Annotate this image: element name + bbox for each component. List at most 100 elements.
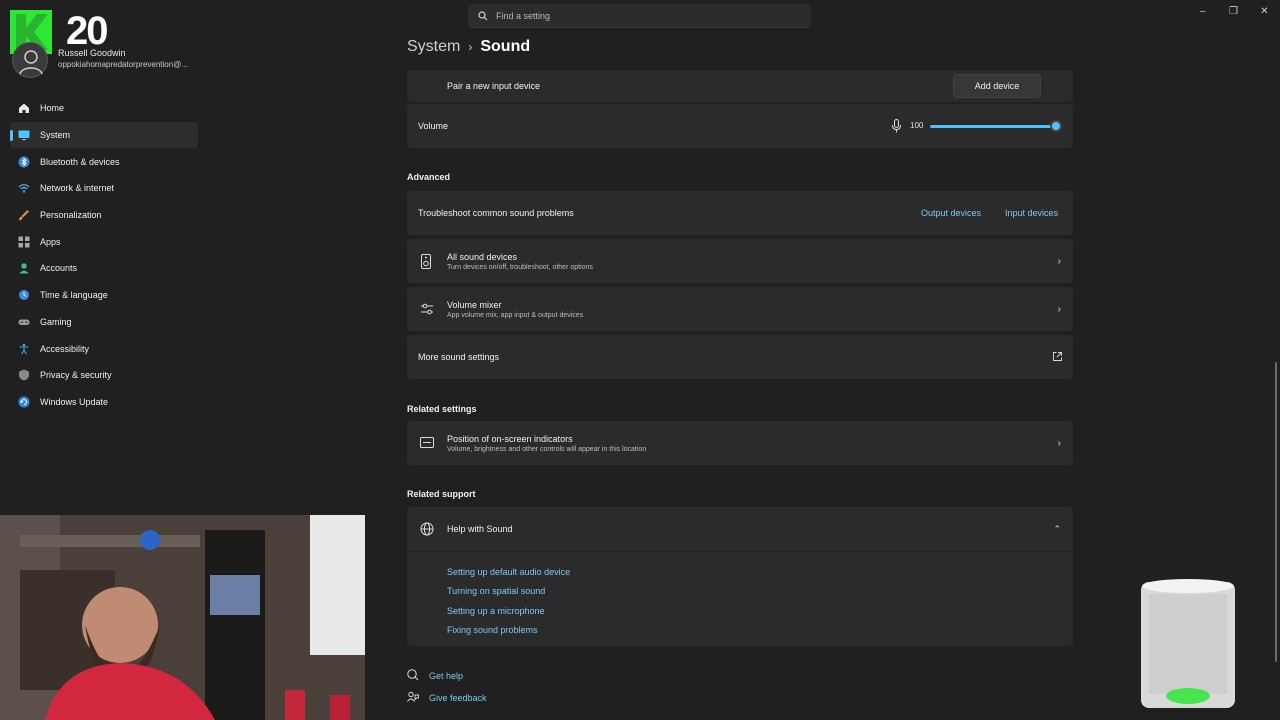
close-button[interactable]: ✕ xyxy=(1249,0,1280,22)
sidebar-item-label: Bluetooth & devices xyxy=(40,156,120,167)
speaker-device-icon xyxy=(421,254,431,269)
troubleshoot-row: Troubleshoot common sound problems Outpu… xyxy=(407,191,1073,235)
person-icon xyxy=(18,262,30,274)
maximize-button[interactable]: ❐ xyxy=(1218,0,1249,22)
volume-mixer-title: Volume mixer xyxy=(447,299,502,310)
sidebar-item-label: Home xyxy=(40,103,65,114)
sidebar-item-personalization[interactable]: Personalization xyxy=(10,202,198,229)
troubleshoot-label: Troubleshoot common sound problems xyxy=(418,208,574,218)
sidebar-nav: Home System Bluetooth & devices Network … xyxy=(10,95,198,415)
sidebar-item-apps[interactable]: Apps xyxy=(10,228,198,255)
webcam-feed-image xyxy=(0,515,365,720)
cup-overlay xyxy=(1141,578,1235,710)
help-with-sound-row[interactable]: Help with Sound ⌃ xyxy=(407,507,1073,551)
sidebar-item-label: Accounts xyxy=(40,263,78,274)
sidebar-item-label: Accessibility xyxy=(40,343,90,354)
chevron-right-icon: › xyxy=(1057,437,1061,449)
output-devices-link[interactable]: Output devices xyxy=(921,208,981,218)
search-icon xyxy=(478,10,488,20)
help-link[interactable]: Setting up a microphone xyxy=(447,606,545,616)
page-title: Sound xyxy=(480,38,531,55)
minimize-button[interactable]: – xyxy=(1187,0,1218,22)
sidebar-item-gaming[interactable]: Gaming xyxy=(10,309,198,336)
related-support-header: Related support xyxy=(407,489,476,499)
microphone-icon[interactable] xyxy=(891,119,902,133)
sidebar-item-label: Privacy & security xyxy=(40,370,112,381)
sidebar-item-label: Personalization xyxy=(40,210,102,221)
apps-icon xyxy=(18,236,30,248)
open-external-icon xyxy=(1053,352,1062,361)
pair-input-label: Pair a new input device xyxy=(447,81,541,91)
onscreen-indicators-subtitle: Volume, brightness and other controls wi… xyxy=(447,445,647,453)
sidebar-item-label: Network & internet xyxy=(40,183,115,194)
breadcrumb-system[interactable]: System xyxy=(407,38,460,56)
sidebar-item-privacy[interactable]: Privacy & security xyxy=(10,362,198,389)
update-icon xyxy=(18,396,30,408)
volume-label: Volume xyxy=(418,121,449,131)
sidebar-item-bluetooth[interactable]: Bluetooth & devices xyxy=(10,148,198,175)
window-controls: – ❐ ✕ xyxy=(1187,0,1280,22)
onscreen-indicators-row[interactable]: Position of on-screen indicators Volume,… xyxy=(407,421,1073,465)
more-sound-settings-label: More sound settings xyxy=(418,352,500,362)
user-email: oppokiahomapredatorprevention@... xyxy=(58,60,188,69)
give-feedback-link[interactable]: Give feedback xyxy=(429,693,487,703)
help-link[interactable]: Turning on spatial sound xyxy=(447,586,545,596)
breadcrumb: System › Sound xyxy=(407,38,530,56)
chevron-right-icon: › xyxy=(468,40,473,54)
get-help-icon xyxy=(407,669,419,681)
bluetooth-icon xyxy=(18,156,30,168)
sidebar-item-system[interactable]: System xyxy=(10,121,198,149)
globe-icon xyxy=(420,522,434,536)
input-devices-link[interactable]: Input devices xyxy=(1005,208,1058,218)
gamepad-icon xyxy=(18,316,30,328)
shield-icon xyxy=(18,369,30,381)
chevron-up-icon: ⌃ xyxy=(1053,523,1061,534)
feedback-icon xyxy=(407,691,419,702)
all-sound-devices-subtitle: Turn devices on/off, troubleshoot, other… xyxy=(447,263,593,271)
display-indicator-icon xyxy=(420,437,434,448)
sidebar-item-windows-update[interactable]: Windows Update xyxy=(10,389,198,416)
more-sound-settings-row[interactable]: More sound settings xyxy=(407,335,1073,379)
sidebar-item-home[interactable]: Home xyxy=(10,95,198,122)
home-icon xyxy=(18,102,30,114)
onscreen-indicators-title: Position of on-screen indicators xyxy=(447,433,573,444)
help-link[interactable]: Setting up default audio device xyxy=(447,567,570,577)
sidebar-item-network[interactable]: Network & internet xyxy=(10,175,198,202)
help-link[interactable]: Fixing sound problems xyxy=(447,625,538,635)
advanced-header: Advanced xyxy=(407,172,451,182)
volume-value: 100 xyxy=(910,121,924,130)
sidebar-item-accounts[interactable]: Accounts xyxy=(10,255,198,282)
all-sound-devices-row[interactable]: All sound devices Turn devices on/off, t… xyxy=(407,239,1073,283)
help-with-sound-title: Help with Sound xyxy=(447,524,513,534)
user-name: Russell Goodwin xyxy=(58,48,126,58)
person-icon xyxy=(19,50,43,75)
sidebar-item-accessibility[interactable]: Accessibility xyxy=(10,335,198,362)
scrollbar-thumb[interactable] xyxy=(1275,362,1277,662)
get-help-link[interactable]: Get help xyxy=(429,671,463,681)
cup-image xyxy=(1141,579,1235,708)
volume-slider-thumb[interactable] xyxy=(1050,120,1062,132)
brush-icon xyxy=(18,209,30,221)
add-device-button[interactable]: Add device xyxy=(953,74,1041,98)
wifi-icon xyxy=(18,182,30,194)
accessibility-icon xyxy=(18,343,30,355)
globe-clock-icon xyxy=(18,289,30,301)
all-sound-devices-title: All sound devices xyxy=(447,251,518,262)
volume-slider-track[interactable] xyxy=(930,125,1056,128)
sidebar-item-label: Time & language xyxy=(40,290,108,301)
sidebar-item-label: System xyxy=(40,130,71,141)
search-placeholder: Find a setting xyxy=(496,10,551,21)
related-settings-header: Related settings xyxy=(407,404,477,414)
monitor-icon xyxy=(18,129,30,141)
volume-mixer-subtitle: App volume mix, app input & output devic… xyxy=(447,311,584,319)
sidebar-item-label: Apps xyxy=(40,236,61,247)
chevron-right-icon: › xyxy=(1057,303,1061,315)
mixer-sliders-icon xyxy=(421,303,433,315)
sidebar-item-time-language[interactable]: Time & language xyxy=(10,282,198,309)
search-input[interactable]: Find a setting xyxy=(468,4,811,28)
avatar[interactable] xyxy=(12,42,48,78)
sidebar-item-label: Windows Update xyxy=(40,396,109,407)
webcam-overlay xyxy=(0,515,365,720)
pair-input-device-row: Pair a new input device Add device xyxy=(407,70,1073,102)
volume-mixer-row[interactable]: Volume mixer App volume mix, app input &… xyxy=(407,287,1073,331)
